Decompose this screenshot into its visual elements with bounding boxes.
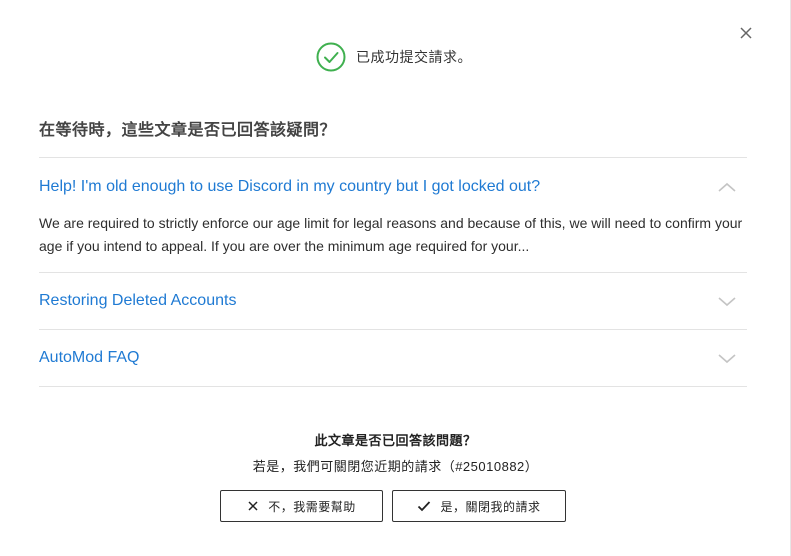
need-help-label: 不，我需要幫助 [268,499,356,514]
feedback-question: 此文章是否已回答該問題？ [314,433,477,448]
checkmark-icon [418,501,431,512]
chevron-up-icon[interactable] [717,181,737,193]
success-message: 已成功提交請求。 [356,49,472,65]
faq-title[interactable]: AutoMod FAQ [39,349,140,367]
check-circle-icon [316,42,346,72]
need-help-button[interactable]: 不，我需要幫助 [220,490,383,522]
faq-item-restoring-deleted-accounts: Restoring Deleted Accounts [39,273,747,330]
success-banner: 已成功提交請求。 [0,42,791,72]
close-request-button[interactable]: 是，關閉我的請求 [392,490,566,522]
request-submitted-modal: 已成功提交請求。 在等待時，這些文章是否已回答該疑問？ Help! I'm ol… [0,0,791,556]
suggested-articles-heading: 在等待時，這些文章是否已回答該疑問？ [39,122,337,139]
faq-header-locked-out[interactable]: Help! I'm old enough to use Discord in m… [39,158,747,216]
close-request-label: 是，關閉我的請求 [440,499,541,514]
close-icon [248,501,258,511]
faq-list: Help! I'm old enough to use Discord in m… [39,157,747,387]
faq-title[interactable]: Help! I'm old enough to use Discord in m… [39,178,540,196]
faq-body: We are required to strictly enforce our … [39,215,743,254]
chevron-down-icon[interactable] [717,352,737,364]
chevron-down-icon[interactable] [717,295,737,307]
feedback-subtext: 若是，我們可關閉您近期的請求（#25010882） [252,459,539,474]
faq-item-automod-faq: AutoMod FAQ [39,330,747,387]
faq-header-automod-faq[interactable]: AutoMod FAQ [39,330,747,386]
faq-header-restoring-deleted-accounts[interactable]: Restoring Deleted Accounts [39,273,747,329]
faq-title[interactable]: Restoring Deleted Accounts [39,292,236,310]
close-button[interactable] [737,24,755,42]
close-icon [740,27,752,39]
faq-item-locked-out: Help! I'm old enough to use Discord in m… [39,158,747,273]
